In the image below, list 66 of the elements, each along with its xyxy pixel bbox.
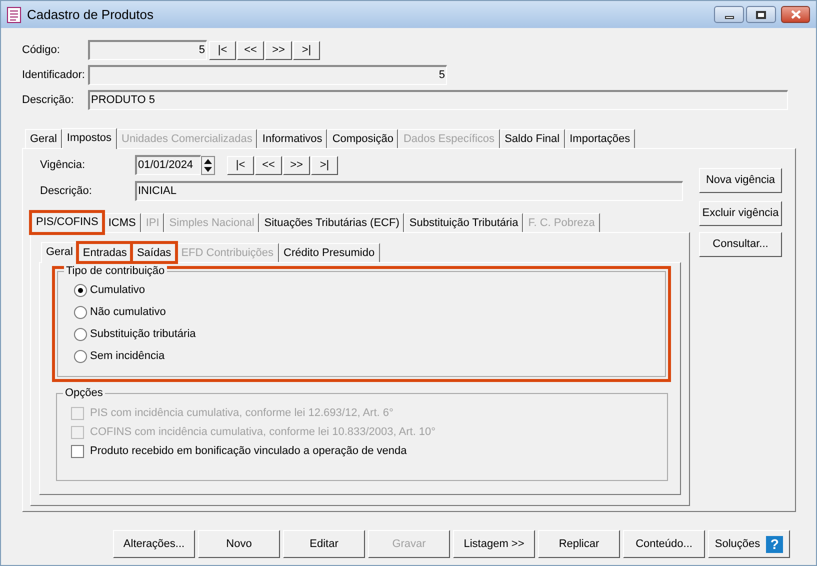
maximize-button[interactable]	[746, 6, 776, 23]
navigation-button[interactable]: >|	[293, 40, 320, 60]
footer-button[interactable]: Listagem >>	[453, 530, 535, 558]
checkbox-label: PIS com incidência cumulativa, conforme lei 12.693/12, Art. 6°	[90, 406, 394, 421]
document-icon	[7, 6, 21, 22]
tab[interactable]: Entradas	[78, 243, 132, 262]
action-button[interactable]: Nova vigência	[699, 168, 782, 193]
checkbox[interactable]	[71, 444, 84, 458]
tab[interactable]: ICMS	[103, 213, 141, 232]
tab[interactable]: Geral	[25, 129, 62, 148]
date-field[interactable]: 01/01/2024	[135, 155, 201, 175]
group-title: Tipo de contribuição	[64, 264, 167, 278]
action-button[interactable]: Consultar...	[699, 232, 782, 257]
tab[interactable]: Importações	[564, 129, 636, 148]
tab[interactable]: Situações Tributárias (ECF)	[259, 213, 404, 232]
radio-label: Sem incidência	[90, 348, 165, 364]
radio-button[interactable]	[74, 284, 87, 296]
field-label: Vigência:	[40, 158, 86, 173]
tab[interactable]: Substituição Tributária	[404, 213, 524, 232]
help-icon: ?	[766, 536, 784, 552]
maximize-icon	[756, 10, 766, 18]
code-field[interactable]: 5	[88, 40, 207, 60]
tab[interactable]: Saldo Final	[500, 129, 565, 148]
navigation-button[interactable]: <<	[237, 40, 264, 60]
identifier-field[interactable]: 5	[88, 65, 447, 85]
minimize-button[interactable]	[714, 6, 744, 23]
window-title: Cadastro de Produtos	[27, 6, 154, 24]
field-label: Descrição:	[22, 92, 75, 108]
radio-label: Não cumulativo	[90, 304, 166, 320]
checkbox-label: COFINS com incidência cumulativa, conforme lei 10.833/2003, Art. 10°	[90, 424, 436, 440]
close-button[interactable]	[781, 6, 810, 23]
footer-button[interactable]: Novo	[198, 530, 280, 558]
radio-label: Cumulativo	[90, 282, 146, 298]
tab[interactable]: Informativos	[257, 129, 328, 148]
tab[interactable]: Composição	[327, 129, 398, 148]
checkbox-label: Produto recebido em bonificação vinculado a operação de venda	[90, 444, 407, 459]
navigation-button[interactable]: |<	[209, 40, 236, 60]
radio-label: Substituição tributária	[90, 326, 196, 342]
tab[interactable]: PIS/COFINS	[31, 212, 104, 233]
description-field[interactable]: PRODUTO 5	[88, 90, 788, 110]
navigation-button[interactable]: >>	[283, 156, 310, 174]
action-button[interactable]: Excluir vigência	[699, 201, 782, 226]
radio-button[interactable]	[74, 350, 87, 362]
minimize-icon	[724, 16, 734, 18]
footer-button[interactable]: Editar	[283, 530, 365, 558]
navigation-button[interactable]: <<	[255, 156, 282, 174]
tab[interactable]: Impostos	[62, 128, 117, 149]
description-field[interactable]: INICIAL	[135, 181, 683, 201]
radio-button[interactable]	[74, 306, 87, 318]
footer-button[interactable]: Replicar	[538, 530, 620, 558]
footer-button[interactable]: Soluções ?	[708, 530, 790, 558]
tab[interactable]: Saídas	[132, 243, 176, 262]
navigation-button[interactable]: >>	[265, 40, 292, 60]
spinner-icon[interactable]	[201, 156, 215, 174]
field-label: Código:	[22, 42, 61, 58]
field-label: Identificador:	[22, 68, 86, 83]
close-icon	[790, 10, 800, 19]
tab[interactable]: Geral	[41, 242, 78, 263]
radio-button[interactable]	[74, 328, 87, 340]
tab[interactable]: Crédito Presumido	[278, 243, 380, 262]
navigation-button[interactable]: >|	[311, 156, 338, 174]
footer-button[interactable]: Alterações...	[113, 530, 195, 558]
footer-button[interactable]: Conteúdo...	[623, 530, 705, 558]
navigation-button[interactable]: |<	[227, 156, 254, 174]
group-title: Opções	[63, 386, 105, 400]
field-label: Descrição:	[40, 184, 93, 199]
